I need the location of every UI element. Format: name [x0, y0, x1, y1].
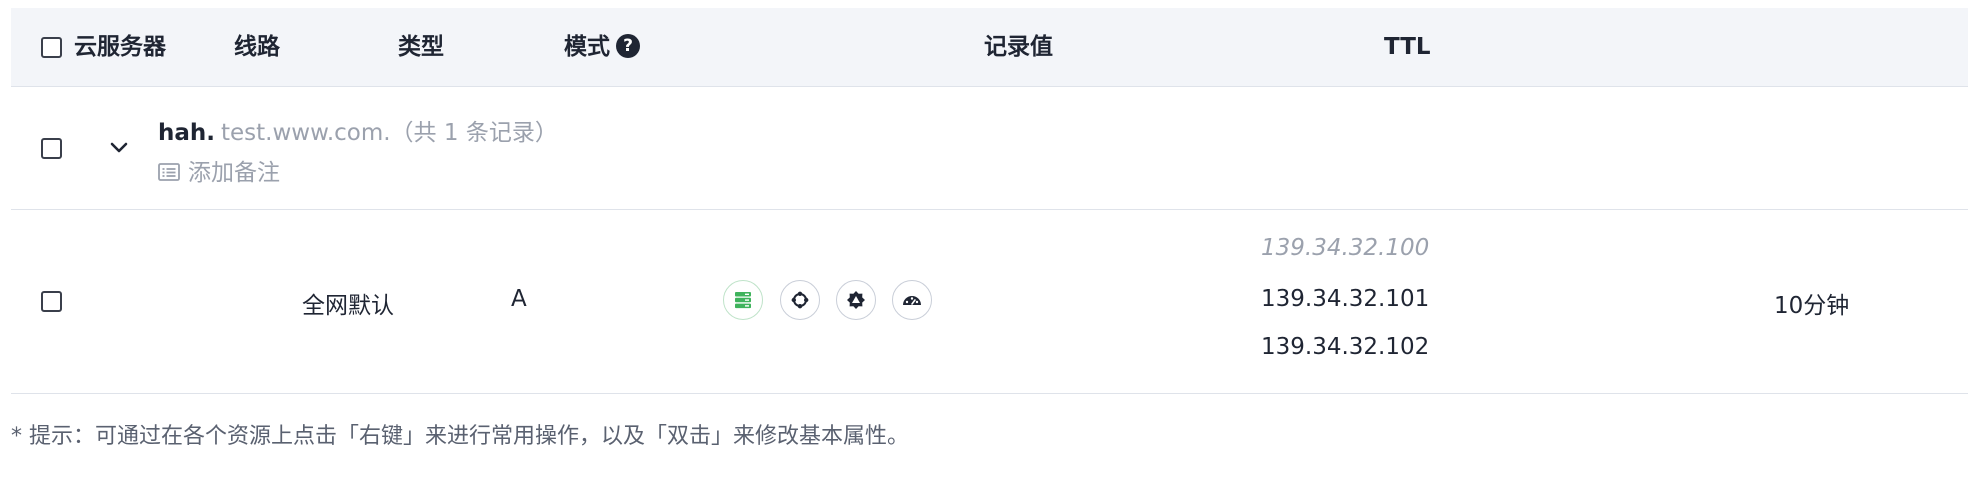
group-checkbox[interactable]	[41, 138, 62, 159]
question-circle-icon[interactable]: ?	[616, 33, 640, 58]
domain-info-label: test.www.com.（共 1 条记录）	[221, 120, 558, 146]
load-balance-icon[interactable]	[780, 280, 820, 320]
chevron-down-icon[interactable]	[107, 135, 131, 159]
record-type: A	[511, 286, 527, 312]
record-group-row[interactable]: hah. test.www.com.（共 1 条记录） 添加备注	[11, 87, 1968, 210]
subdomain-label: hah.	[158, 120, 216, 146]
record-line: 全网默认	[302, 293, 394, 319]
add-note-label: 添加备注	[188, 160, 280, 186]
table-row[interactable]: 全网默认 A 139.34.32.100 139.34.32.101 139.3…	[11, 210, 1968, 394]
column-header-mode-label: 模式	[564, 34, 610, 60]
settings-icon[interactable]	[836, 280, 876, 320]
column-header-type[interactable]: 类型	[398, 8, 444, 86]
column-header-mode: 模式?	[564, 8, 640, 86]
record-checkbox[interactable]	[41, 291, 62, 312]
add-note-link[interactable]: 添加备注	[158, 153, 280, 187]
usage-tip: * 提示：可通过在各个资源上点击「右键」来进行常用操作，以及「双击」来修改基本属…	[11, 424, 909, 449]
column-header-server[interactable]: 云服务器	[74, 8, 166, 86]
record-value: 139.34.32.101	[1261, 286, 1430, 312]
table-header: 云服务器 线路 类型 模式? 记录值 TTL	[11, 8, 1968, 87]
record-value-disabled: 139.34.32.100	[1261, 235, 1430, 261]
column-header-ttl[interactable]: TTL	[1384, 8, 1431, 86]
server-icon[interactable]	[723, 280, 763, 320]
record-ttl: 10分钟	[1774, 293, 1850, 319]
column-header-line[interactable]: 线路	[234, 8, 280, 86]
dns-record-table: 云服务器 线路 类型 模式? 记录值 TTL hah. test.www.com.…	[11, 8, 1968, 394]
column-header-value[interactable]: 记录值	[984, 8, 1053, 86]
note-icon	[158, 162, 180, 181]
group-domain: hah. test.www.com.（共 1 条记录）	[158, 113, 558, 147]
dashboard-icon[interactable]	[892, 280, 932, 320]
record-value: 139.34.32.102	[1261, 334, 1430, 360]
select-all-checkbox[interactable]	[41, 37, 62, 58]
